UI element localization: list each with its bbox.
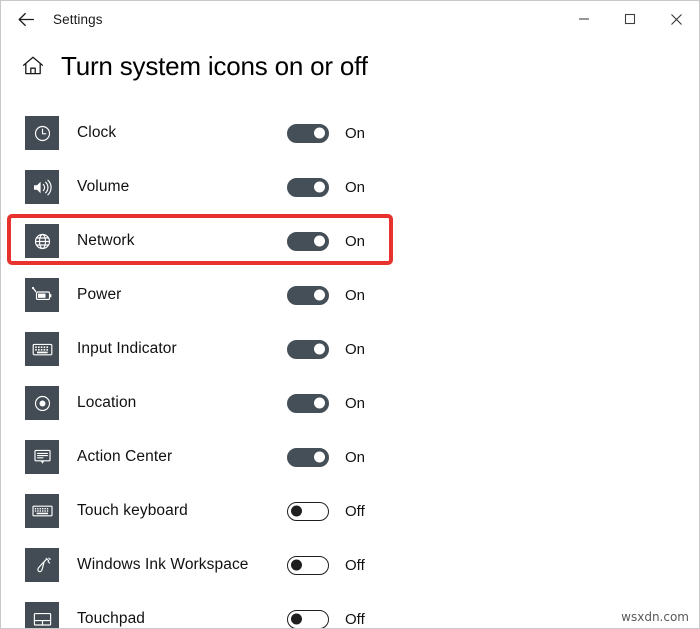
toggle-knob <box>314 182 325 193</box>
setting-row[interactable]: Location On <box>1 376 699 430</box>
toggle-switch[interactable] <box>287 556 329 575</box>
toggle-state-label: On <box>345 233 365 250</box>
toggle-knob <box>314 290 325 301</box>
setting-row[interactable]: Action Center On <box>1 430 699 484</box>
setting-row[interactable]: Volume On <box>1 160 699 214</box>
close-button[interactable] <box>653 1 699 37</box>
battery-power-icon <box>25 278 59 312</box>
setting-row-label: Input Indicator <box>77 340 177 358</box>
maximize-button[interactable] <box>607 1 653 37</box>
toggle-state-label: On <box>345 395 365 412</box>
action-center-icon <box>25 440 59 474</box>
close-icon <box>670 13 683 26</box>
setting-row[interactable]: Touchpad Off <box>1 592 699 629</box>
title-bar: Settings <box>1 1 699 37</box>
toggle-switch[interactable] <box>287 178 329 197</box>
setting-row[interactable]: Clock On <box>1 106 699 160</box>
toggle-switch[interactable] <box>287 232 329 251</box>
system-icons-list: ClockOnVolumeOnNetworkOnPowerOnInput Ind… <box>1 106 699 629</box>
maximize-icon <box>624 13 636 25</box>
setting-row[interactable]: Touch keyboard Off <box>1 484 699 538</box>
toggle-switch[interactable] <box>287 448 329 467</box>
toggle-knob <box>314 236 325 247</box>
toggle-switch[interactable] <box>287 340 329 359</box>
setting-row-label: Action Center <box>77 448 172 466</box>
setting-row[interactable]: Power On <box>1 268 699 322</box>
touchpad-icon <box>25 602 59 629</box>
toggle-group: On <box>287 340 365 359</box>
toggle-knob <box>291 614 302 625</box>
toggle-state-label: On <box>345 287 365 304</box>
toggle-switch[interactable] <box>287 502 329 521</box>
toggle-state-label: Off <box>345 611 365 628</box>
page-title: Turn system icons on or off <box>61 51 368 82</box>
back-button[interactable] <box>9 4 43 34</box>
toggle-group: On <box>287 232 365 251</box>
toggle-state-label: Off <box>345 557 365 574</box>
toggle-state-label: On <box>345 125 365 142</box>
window-title: Settings <box>53 12 103 27</box>
window-controls <box>561 1 699 37</box>
toggle-switch[interactable] <box>287 610 329 629</box>
setting-row-label: Windows Ink Workspace <box>77 556 249 574</box>
setting-row-label: Volume <box>77 178 129 196</box>
setting-row-label: Network <box>77 232 135 250</box>
volume-icon <box>25 170 59 204</box>
setting-row[interactable]: Network On <box>1 214 699 268</box>
network-globe-icon <box>25 224 59 258</box>
toggle-knob <box>314 128 325 139</box>
toggle-group: Off <box>287 610 365 629</box>
toggle-switch[interactable] <box>287 286 329 305</box>
toggle-knob <box>314 398 325 409</box>
location-icon <box>25 386 59 420</box>
toggle-knob <box>314 452 325 463</box>
home-icon[interactable] <box>15 48 51 84</box>
setting-row-label: Clock <box>77 124 116 142</box>
toggle-knob <box>314 344 325 355</box>
toggle-switch[interactable] <box>287 124 329 143</box>
toggle-group: On <box>287 286 365 305</box>
toggle-group: On <box>287 124 365 143</box>
setting-row-label: Power <box>77 286 121 304</box>
toggle-switch[interactable] <box>287 394 329 413</box>
toggle-group: On <box>287 394 365 413</box>
toggle-state-label: On <box>345 341 365 358</box>
back-arrow-icon <box>18 12 35 27</box>
setting-row[interactable]: Windows Ink Workspace Off <box>1 538 699 592</box>
setting-row-label: Touch keyboard <box>77 502 188 520</box>
toggle-group: Off <box>287 502 365 521</box>
toggle-state-label: On <box>345 179 365 196</box>
touch-keyboard-icon <box>25 494 59 528</box>
toggle-knob <box>291 506 302 517</box>
watermark: wsxdn.com <box>621 610 689 624</box>
pen-ink-icon <box>25 548 59 582</box>
settings-window: Settings <box>0 0 700 629</box>
page-header: Turn system icons on or off <box>1 43 368 89</box>
setting-row-label: Touchpad <box>77 610 145 628</box>
toggle-state-label: On <box>345 449 365 466</box>
minimize-button[interactable] <box>561 1 607 37</box>
minimize-icon <box>578 13 590 25</box>
setting-row[interactable]: Input Indicator On <box>1 322 699 376</box>
keyboard-icon <box>25 332 59 366</box>
toggle-knob <box>291 560 302 571</box>
toggle-group: On <box>287 448 365 467</box>
clock-icon <box>25 116 59 150</box>
toggle-group: On <box>287 178 365 197</box>
setting-row-label: Location <box>77 394 136 412</box>
toggle-state-label: Off <box>345 503 365 520</box>
toggle-group: Off <box>287 556 365 575</box>
